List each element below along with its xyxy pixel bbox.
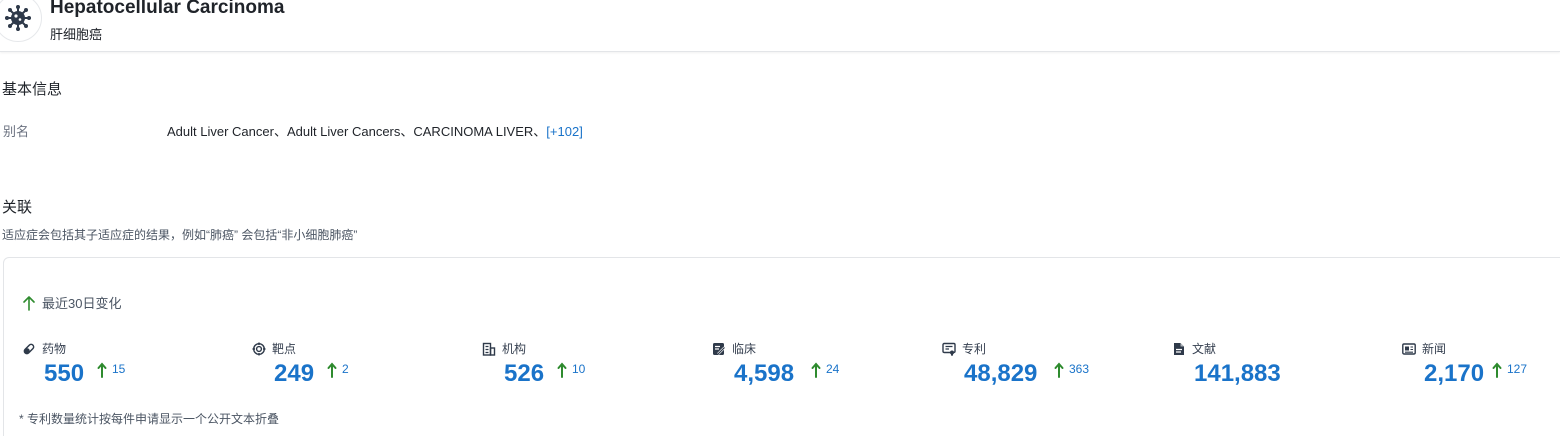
stat-targets-label: 靶点 — [272, 342, 297, 356]
stat-organizations-label: 机构 — [502, 342, 527, 356]
up-arrow-icon — [97, 362, 107, 378]
stat-literature-label: 文献 — [1192, 342, 1217, 356]
stat-news-delta: 127 — [1492, 362, 1527, 378]
building-icon — [482, 342, 496, 356]
stat-drugs-delta: 15 — [97, 362, 125, 378]
stat-clinical-delta-value: 24 — [826, 362, 840, 376]
up-arrow-icon — [327, 362, 337, 378]
alias-list: Adult Liver Cancer、Adult Liver Cancers、C… — [167, 124, 547, 139]
up-arrow-icon — [1492, 362, 1502, 378]
stat-clinical[interactable]: 临床 4,598 24 — [712, 340, 932, 400]
related-section-title: 关联 — [2, 199, 33, 216]
page-title: Hepatocellular Carcinoma — [50, 0, 285, 18]
page-subtitle: 肝细胞癌 — [50, 27, 103, 42]
up-arrow-icon — [811, 362, 821, 378]
patent-footnote: * 专利数量统计按每件申请显示一个公开文本折叠 — [19, 412, 280, 426]
stat-clinical-value[interactable]: 4,598 — [734, 360, 794, 388]
alias-label: 别名 — [3, 124, 30, 139]
stat-organizations[interactable]: 机构 526 10 — [482, 340, 702, 400]
stat-literature[interactable]: 文献 141,883 — [1172, 340, 1392, 400]
stat-patents-label: 专利 — [962, 342, 987, 356]
alias-value: Adult Liver Cancer、Adult Liver Cancers、C… — [167, 121, 583, 140]
stat-patents[interactable]: 专利 48,829 363 — [942, 340, 1162, 400]
page-header: Hepatocellular Carcinoma 肝细胞癌 — [0, 0, 1560, 52]
stat-targets[interactable]: 靶点 249 2 — [252, 340, 472, 400]
up-arrow-icon — [23, 295, 35, 311]
stat-targets-value[interactable]: 249 — [274, 360, 314, 388]
stat-targets-delta-value: 2 — [342, 362, 349, 376]
stat-patents-delta-value: 363 — [1069, 362, 1090, 376]
stat-organizations-delta: 10 — [557, 362, 585, 378]
stat-drugs-delta-value: 15 — [112, 362, 126, 376]
stat-news-value[interactable]: 2,170 — [1424, 360, 1484, 388]
stat-organizations-value[interactable]: 526 — [504, 360, 544, 388]
related-stats-panel: 最近30日变化 药物 550 15 靶点 249 2 机构 526 10 临床 … — [3, 257, 1560, 436]
stat-targets-delta: 2 — [327, 362, 349, 378]
pill-icon — [23, 343, 35, 354]
target-icon — [252, 342, 266, 355]
stat-drugs[interactable]: 药物 550 15 — [22, 340, 242, 400]
stat-clinical-label: 临床 — [732, 342, 757, 356]
stat-drugs-value[interactable]: 550 — [44, 360, 84, 388]
stat-literature-value[interactable]: 141,883 — [1194, 360, 1281, 388]
recent-change-legend: 最近30日变化 — [22, 293, 121, 312]
recent-change-label: 最近30日变化 — [42, 296, 122, 311]
stat-drugs-label: 药物 — [42, 342, 67, 356]
basic-info-section-title: 基本信息 — [2, 81, 63, 98]
stat-patents-delta: 363 — [1054, 362, 1089, 378]
virus-icon — [0, 0, 42, 42]
stat-news[interactable]: 新闻 2,170 127 — [1402, 340, 1560, 400]
related-hint: 适应症会包括其子适应症的结果，例如“肺癌” 会包括“非小细胞肺癌” — [2, 228, 358, 242]
clinical-icon — [713, 342, 726, 355]
document-icon — [1174, 342, 1184, 355]
alias-more-link[interactable]: [+102] — [546, 124, 583, 139]
news-icon — [1402, 342, 1416, 355]
stat-patents-value[interactable]: 48,829 — [964, 360, 1037, 388]
stat-news-label: 新闻 — [1422, 342, 1447, 356]
patent-icon — [942, 342, 956, 356]
stat-clinical-delta: 24 — [811, 362, 839, 378]
up-arrow-icon — [1054, 362, 1064, 378]
stat-organizations-delta-value: 10 — [572, 362, 586, 376]
up-arrow-icon — [557, 362, 567, 378]
stat-news-delta-value: 127 — [1507, 362, 1528, 376]
